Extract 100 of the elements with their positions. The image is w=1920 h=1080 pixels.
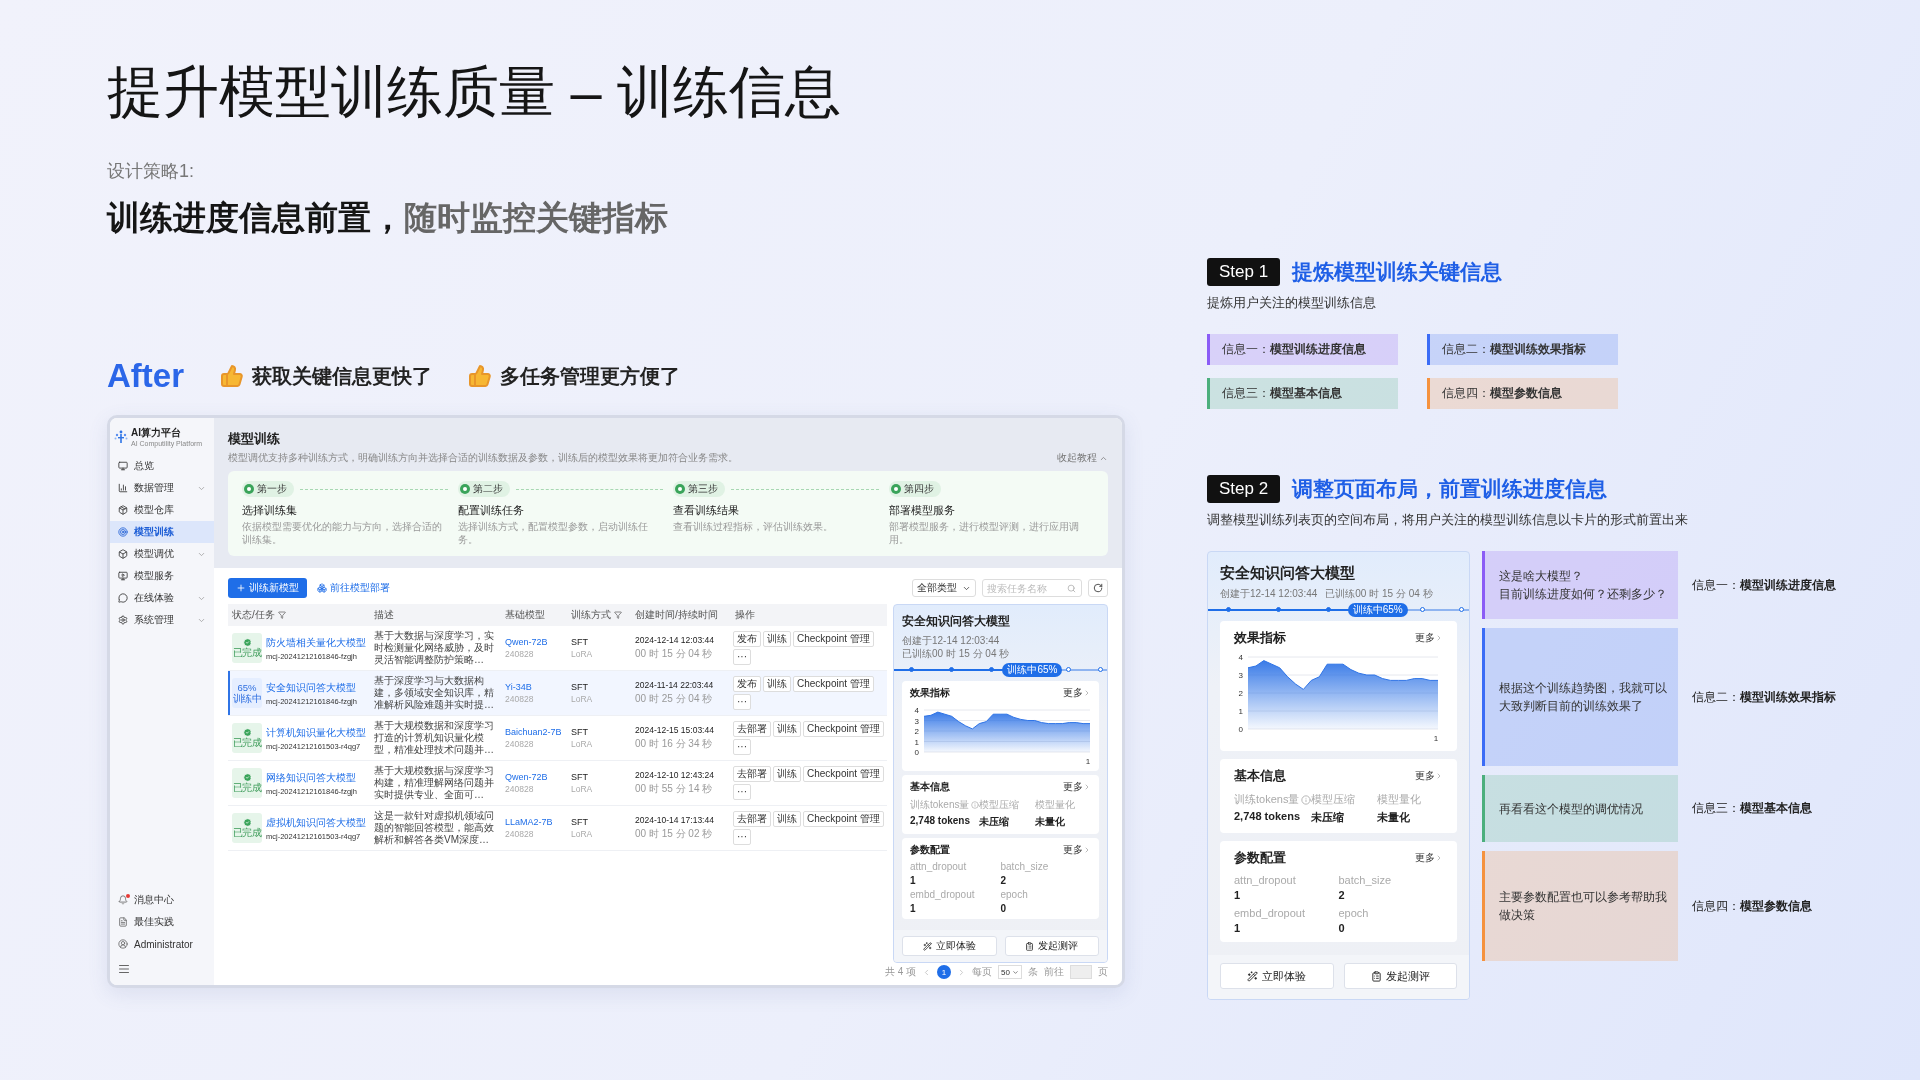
info-icon[interactable] [1301,794,1312,805]
action-button[interactable]: 训练 [763,631,791,647]
per-page-label: 每页 [972,965,993,979]
page-input[interactable] [1070,965,1092,979]
task-name-link[interactable]: 网络知识问答大模型 [266,770,357,785]
progress-dot [949,667,954,672]
action-button[interactable]: Checkpoint 管理 [793,631,874,647]
check-icon [242,773,252,782]
nav-item[interactable]: 系统管理 [110,609,214,631]
step-tag: 第三步 [673,481,725,497]
evaluate-button[interactable]: 发起测评 [1343,963,1457,989]
model-link[interactable]: LLaMA2-7B [505,817,563,827]
column-header: 训练方式 [571,608,611,622]
action-button[interactable]: ··· [733,649,751,665]
action-button[interactable]: 去部署 [733,721,771,737]
action-button[interactable]: 训练 [773,721,801,737]
deploy-link[interactable]: 前往模型部署 [317,581,390,595]
goto-label: 前往 [1044,965,1064,979]
duration: 00 时 16 分 34 秒 [635,737,714,751]
field-value: 未量化 [1035,815,1067,829]
try-now-button[interactable]: 立即体验 [1220,963,1334,989]
more-link[interactable]: 更多 [1415,631,1443,645]
nav-item[interactable]: 总览 [110,455,214,477]
elapsed-time: 已训练00 时 15 分 04 秒 [1325,587,1433,600]
step-description: 选择训练方式，配置模型参数，启动训练任务。 [457,520,649,546]
action-button[interactable]: Checkpoint 管理 [793,676,874,692]
status-badge: 已完成 [232,813,262,843]
nav-item[interactable]: 在线体验 [110,587,214,609]
action-button[interactable]: 发布 [733,631,761,647]
slide-title: 提升模型训练质量 – 训练信息 [107,59,843,125]
card-title: 参数配置 [1234,849,1286,867]
task-name-link[interactable]: 计算机知识量化大模型 [266,725,366,740]
model-link[interactable]: Qwen-72B [505,637,563,647]
note-label: 信息四：模型参数信息 [1692,897,1812,915]
nav-item[interactable]: 模型仓库 [110,499,214,521]
search-field[interactable]: 搜索任务名称 [982,579,1082,597]
menu-icon [118,963,130,975]
action-button[interactable]: 训练 [773,811,801,827]
refresh-button[interactable] [1088,579,1108,597]
action-button[interactable]: Checkpoint 管理 [803,766,884,782]
model-link[interactable]: Yi-34B [505,682,563,692]
field-label: 模型量化 [1035,798,1076,812]
nav-item[interactable]: 最佳实践 [110,911,214,933]
more-link[interactable]: 更多 [1063,686,1091,700]
more-link[interactable]: 更多 [1415,851,1443,865]
filter-icon[interactable] [614,611,622,619]
model-link[interactable]: Baichuan2-7B [505,727,563,737]
field-label: attn_dropout [910,861,967,872]
new-training-button[interactable]: 训练新模型 [228,578,307,598]
total-count: 共 4 项 [884,965,917,979]
type-select[interactable]: 全部类型 [912,579,976,597]
nav-item[interactable]: 模型服务 [110,565,214,587]
field-label: batch_size [1338,874,1392,886]
more-link[interactable]: 更多 [1415,769,1443,783]
action-button[interactable]: Checkpoint 管理 [803,721,884,737]
nav-item[interactable]: Administrator [110,933,214,955]
status-badge: 已完成 [232,633,262,663]
action-button[interactable]: Checkpoint 管理 [803,811,884,827]
field-label: embd_dropout [1234,907,1305,919]
info-icon[interactable] [971,801,980,809]
collapse-tutorial-button[interactable]: 收起教程 [1057,451,1108,465]
training-submethod: LoRA [571,649,594,659]
more-link[interactable]: 更多 [1063,780,1091,794]
model-link[interactable]: Qwen-72B [505,772,563,782]
step-description: 依据模型需要优化的能力与方向，选择合适的训练集。 [242,520,443,546]
action-button[interactable]: 去部署 [733,811,771,827]
step-badge: Step 2 [1207,475,1281,503]
nav-item[interactable]: 模型训练 [110,521,214,543]
field-label: 模型压缩 [979,798,1020,812]
task-name-link[interactable]: 虚拟机知识问答大模型 [266,815,366,830]
field-value: 2,748 tokens [910,815,972,826]
action-button[interactable]: ··· [733,784,751,800]
training-submethod: LoRA [571,829,594,839]
field-value: 1 [1234,922,1242,934]
page-size-select[interactable]: 50 [998,965,1022,979]
filter-icon[interactable] [277,611,286,619]
nav-item[interactable]: 数据管理 [110,477,214,499]
try-now-button[interactable]: 立即体验 [902,936,997,956]
action-button[interactable]: 训练 [763,676,791,692]
task-name-link[interactable]: 安全知识问答大模型 [266,680,357,695]
task-name-link[interactable]: 防火墙相关量化大模型 [266,635,366,650]
nav-item[interactable]: 模型调优 [110,543,214,565]
action-button[interactable]: 训练 [773,766,801,782]
nav-item[interactable]: 消息中心 [110,889,214,911]
unread-dot [126,894,130,898]
task-description: 基于大规模数据与深度学习构建，精准理解网络问题并实时提供专业、全面可… [374,765,495,801]
info-tag: 信息四：模型参数信息 [1427,378,1618,409]
action-button[interactable]: 发布 [733,676,761,692]
evaluate-button[interactable]: 发起测评 [1004,936,1099,956]
progress-badge: 训练中65% [1002,663,1063,677]
action-button[interactable]: ··· [733,829,751,845]
page-button[interactable]: 1 [937,965,952,979]
action-button[interactable]: ··· [733,739,751,755]
card-title: 效果指标 [910,686,950,700]
axis-label: 3 [914,716,919,726]
info-tag: 信息二：模型训练效果指标 [1427,334,1618,365]
action-button[interactable]: ··· [733,694,751,710]
status-badge: 已完成 [232,768,262,798]
more-link[interactable]: 更多 [1063,843,1091,857]
action-button[interactable]: 去部署 [733,766,771,782]
